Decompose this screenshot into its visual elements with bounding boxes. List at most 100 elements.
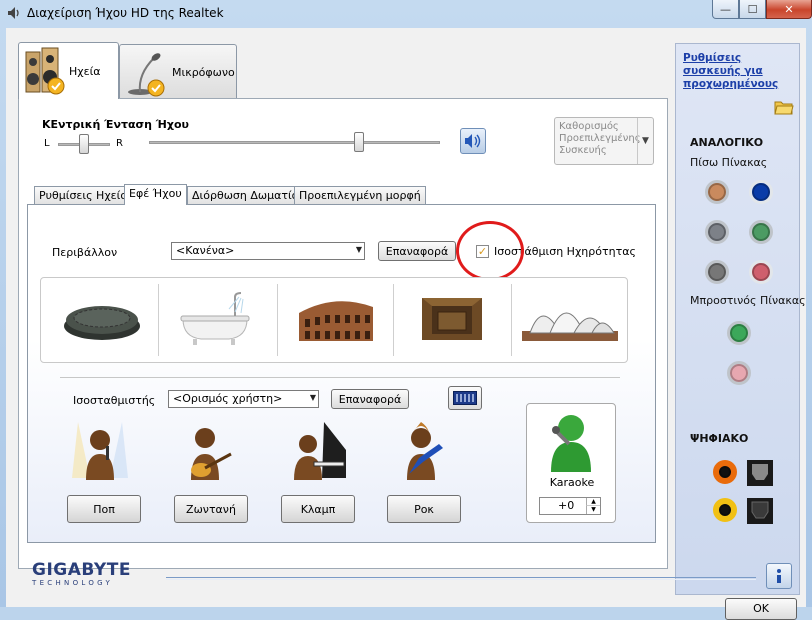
- jack-pink[interactable]: [749, 260, 773, 284]
- maximize-icon: ☐: [747, 2, 758, 16]
- tab-microphone[interactable]: Μικρόφωνο: [119, 44, 237, 100]
- equalizer-select[interactable]: <Ορισμός χρήστη> ▼: [168, 390, 319, 408]
- connector-panel: Ρυθμίσεις συσκευής για προχωρημένους ΑΝΑ…: [675, 43, 806, 595]
- front-jack-green[interactable]: [727, 321, 751, 345]
- info-button[interactable]: [766, 563, 792, 589]
- back-panel-label: Πίσω Πίνακας: [690, 156, 768, 169]
- front-jack-pink[interactable]: [727, 361, 751, 385]
- eq-preset-club-button[interactable]: Κλαμπ: [281, 495, 355, 523]
- tab-sound-effects[interactable]: Εφέ Ήχου: [124, 184, 187, 205]
- minimize-button[interactable]: —: [712, 0, 739, 19]
- balance-right-label: R: [116, 138, 123, 149]
- advanced-device-settings-link[interactable]: Ρυθμίσεις συσκευής για προχωρημένους: [683, 52, 793, 91]
- env-room-tile[interactable]: [397, 282, 507, 356]
- divider: [60, 377, 620, 378]
- equalizer-label: Ισοσταθμιστής: [73, 394, 156, 407]
- chevron-down-icon: ▼: [309, 393, 316, 402]
- optical-connector-icon[interactable]: [746, 459, 774, 487]
- folder-icon[interactable]: [774, 98, 794, 116]
- digital-title: ΨΗΦΙΑΚΟ: [690, 432, 749, 445]
- karaoke-box: Karaoke +0 ▲ ▼: [526, 403, 616, 523]
- club-pianist-icon: [294, 422, 346, 480]
- tab-microphone-label: Μικρόφωνο: [172, 66, 235, 79]
- title-bar: Διαχείριση Ήχου HD της Realtek — ☐ ✕: [0, 0, 812, 28]
- brand-name: GIGABYTE: [32, 560, 131, 580]
- environment-presets: [40, 277, 628, 363]
- bathtub-icon: [180, 292, 250, 345]
- graphic-equalizer-button[interactable]: [448, 386, 482, 410]
- env-stone-tile[interactable]: [47, 282, 157, 356]
- eq-preset-rock-button[interactable]: Ροκ: [387, 495, 461, 523]
- spdif-coax-orange-jack[interactable]: [713, 460, 737, 484]
- eq-preset-club-label: Κλαμπ: [300, 502, 336, 516]
- ok-label: OK: [753, 602, 769, 615]
- jack-gray[interactable]: [705, 220, 729, 244]
- window-title: Διαχείριση Ήχου HD της Realtek: [27, 6, 224, 20]
- set-default-device-button[interactable]: Καθορισμός Προεπιλεγμένης Συσκευής ▼: [554, 117, 654, 165]
- minimize-icon: —: [720, 2, 731, 16]
- tab-room-correction-label: Διόρθωση Δωματίου: [192, 189, 305, 202]
- spdif-coax-yellow-jack[interactable]: [713, 498, 737, 522]
- mute-button[interactable]: [460, 128, 486, 154]
- equalizer-select-value: <Ορισμός χρήστη>: [173, 392, 283, 405]
- equalizer-reset-button[interactable]: Επαναφορά: [331, 389, 409, 409]
- volume-slider-thumb[interactable]: [354, 132, 364, 152]
- padded-room-icon: [422, 298, 482, 340]
- front-panel-label: Μπροστινός Πίνακας: [690, 294, 806, 307]
- jack-orange[interactable]: [705, 180, 729, 204]
- optical-connector-icon[interactable]: [746, 497, 774, 525]
- volume-slider-track[interactable]: [149, 141, 440, 144]
- caption-buttons: — ☐ ✕: [712, 0, 812, 20]
- jack-blue[interactable]: [749, 180, 773, 204]
- pop-singer-icon: [72, 422, 128, 480]
- environment-reset-button[interactable]: Επαναφορά: [378, 241, 456, 261]
- live-guitarist-icon: [191, 428, 232, 480]
- speaker-volume-icon: [465, 134, 481, 148]
- close-icon: ✕: [784, 2, 794, 16]
- divider: [511, 284, 512, 356]
- tab-speakers-label: Ηχεία: [69, 64, 101, 78]
- env-colosseum-tile[interactable]: [281, 282, 391, 356]
- jack-black[interactable]: [705, 260, 729, 284]
- divider: [393, 284, 394, 356]
- rock-guitarist-icon: [407, 422, 443, 480]
- tab-speaker-configuration[interactable]: Ρυθμίσεις Ηχείου: [34, 186, 139, 204]
- env-bathroom-tile[interactable]: [163, 282, 273, 356]
- karaoke-level-value: +0: [558, 499, 575, 512]
- environment-reset-label: Επαναφορά: [385, 244, 449, 258]
- divider: [166, 577, 756, 578]
- eq-preset-pop-button[interactable]: Ποπ: [67, 495, 141, 523]
- equalizer-icon: [453, 391, 477, 405]
- ok-button[interactable]: OK: [725, 598, 797, 620]
- env-opera-house-tile[interactable]: [515, 282, 625, 356]
- stone-platter-icon: [64, 306, 140, 340]
- maximize-button[interactable]: ☐: [739, 0, 766, 19]
- spinner-up-icon[interactable]: ▲: [586, 498, 600, 506]
- karaoke-level-spinner[interactable]: +0 ▲ ▼: [539, 497, 601, 515]
- client-area: Ηχεία Μικρόφωνο ΚΕντρική Ένταση Ήχου L R: [6, 28, 806, 620]
- karaoke-label: Karaoke: [549, 476, 595, 489]
- eq-preset-live-button[interactable]: Ζωντανή: [174, 495, 248, 523]
- environment-select-value: <Κανένα>: [176, 244, 235, 257]
- tab-sound-effects-label: Εφέ Ήχου: [129, 187, 182, 200]
- analog-title: ΑΝΑΛΟΓΙΚΟ: [690, 136, 764, 149]
- balance-slider-thumb[interactable]: [79, 134, 89, 154]
- balance-left-label: L: [44, 138, 50, 149]
- karaoke-singer-icon: [551, 415, 591, 472]
- tab-default-format-label: Προεπιλεγμένη μορφή: [299, 189, 421, 202]
- tab-room-correction[interactable]: Διόρθωση Δωματίου: [187, 186, 310, 204]
- chevron-down-icon: ▼: [637, 118, 653, 164]
- default-device-label: Καθορισμός Προεπιλεγμένης Συσκευής: [559, 121, 641, 156]
- tab-speakers[interactable]: Ηχεία: [18, 42, 119, 99]
- red-highlight-circle: [456, 221, 524, 281]
- equalizer-reset-label: Επαναφορά: [338, 392, 402, 406]
- gigabyte-logo: GIGABYTE TECHNOLOGY: [32, 560, 131, 587]
- tab-default-format[interactable]: Προεπιλεγμένη μορφή: [294, 186, 426, 204]
- spinner-down-icon[interactable]: ▼: [586, 506, 600, 514]
- environment-select[interactable]: <Κανένα> ▼: [171, 242, 365, 260]
- info-icon: [777, 569, 781, 583]
- close-button[interactable]: ✕: [766, 0, 812, 19]
- jack-green[interactable]: [749, 220, 773, 244]
- master-volume-title: ΚΕντρική Ένταση Ήχου: [42, 118, 189, 131]
- chevron-down-icon: ▼: [355, 245, 362, 254]
